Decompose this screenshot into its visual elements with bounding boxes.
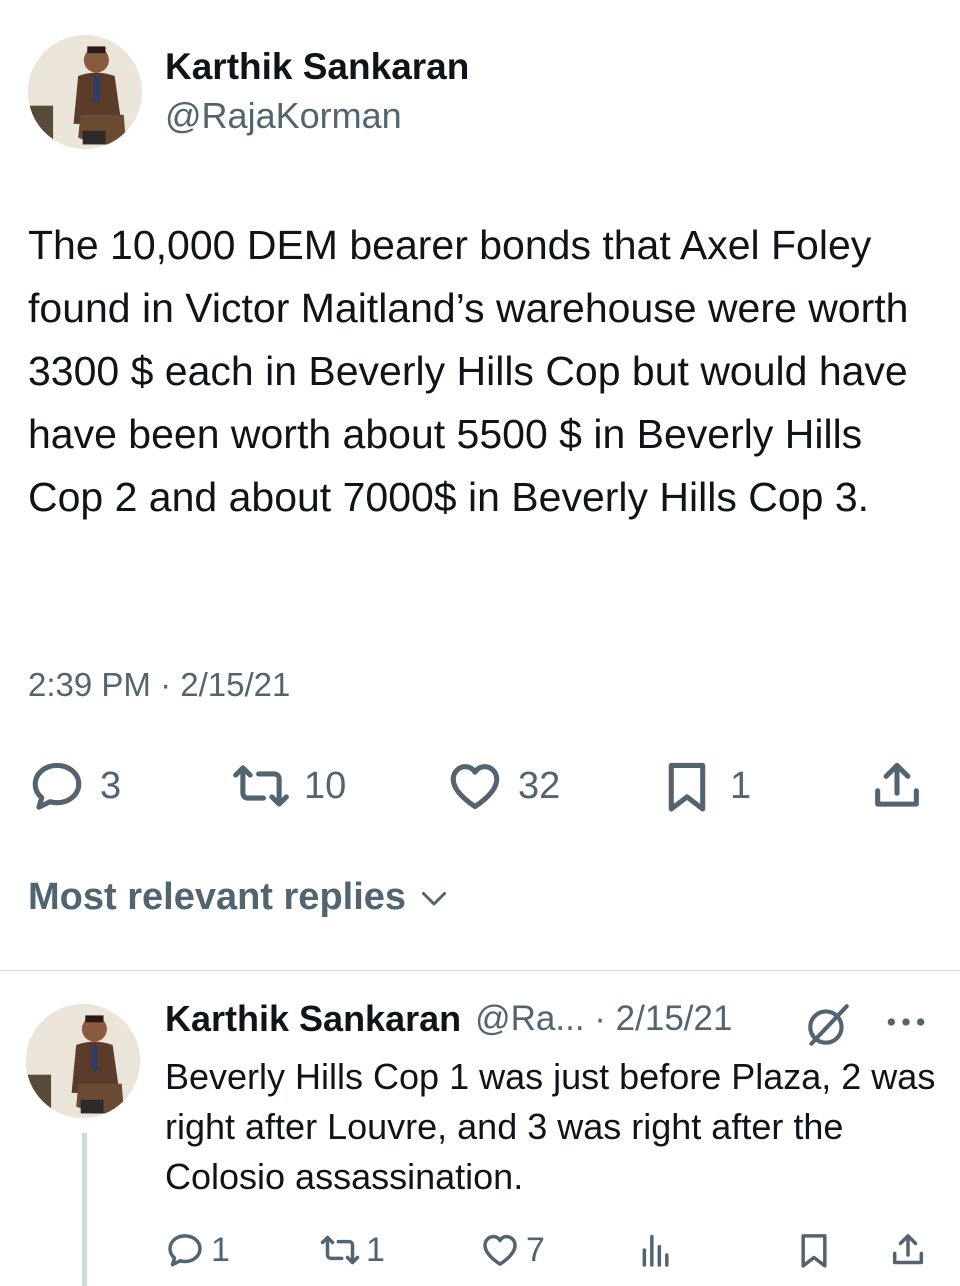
retweet-count: 10 <box>304 764 347 807</box>
replies-sort-dropdown[interactable]: Most relevant replies <box>28 876 452 919</box>
reply-author-avatar[interactable] <box>26 1004 140 1118</box>
retweet-icon <box>320 1235 360 1265</box>
author-avatar[interactable] <box>28 35 142 149</box>
reply-text: Beverly Hills Cop 1 was just before Plaz… <box>165 1056 936 1197</box>
replies-sort-label: Most relevant replies <box>28 876 407 918</box>
heart-icon <box>483 1234 517 1266</box>
like-count: 32 <box>518 764 561 807</box>
retweet-icon <box>233 765 289 807</box>
bar-chart-icon <box>642 1234 669 1267</box>
share-icon <box>892 1234 924 1265</box>
grok-button[interactable] <box>803 1000 853 1055</box>
chevron-down-icon <box>422 891 447 905</box>
reply-count: 3 <box>100 764 122 807</box>
more-dots-icon <box>887 1018 925 1026</box>
heart-icon <box>450 764 500 810</box>
reply-retweet-button[interactable]: 1 <box>320 1228 385 1272</box>
share-icon <box>875 762 919 807</box>
reply-reply-button[interactable]: 1 <box>165 1228 230 1272</box>
speech-bubble-icon <box>32 762 82 810</box>
reply-button[interactable]: 3 <box>28 756 121 816</box>
reply-views-button[interactable] <box>636 1228 676 1272</box>
bookmark-count: 1 <box>730 764 752 807</box>
reply-reply-count: 1 <box>211 1230 230 1269</box>
bookmark-button[interactable]: 1 <box>658 756 751 816</box>
reply-like-button[interactable]: 7 <box>480 1228 545 1272</box>
reply-retweet-count: 1 <box>366 1230 385 1269</box>
bookmark-icon <box>668 762 706 812</box>
reply-share-button[interactable] <box>888 1228 928 1272</box>
avatar-photo <box>26 1004 140 1118</box>
like-button[interactable]: 32 <box>446 756 560 816</box>
share-button[interactable] <box>868 756 926 816</box>
tweet-timestamp[interactable]: 2:39 PM · 2/15/21 <box>28 666 290 704</box>
grok-icon <box>808 1004 849 1046</box>
reply-author-name[interactable]: Karthik Sankaran <box>165 998 461 1040</box>
reply-like-count: 7 <box>526 1230 545 1269</box>
reply-bookmark-button[interactable] <box>794 1228 834 1272</box>
retweet-button[interactable]: 10 <box>232 756 346 816</box>
avatar-photo <box>28 35 142 149</box>
reply-author-handle-date[interactable]: @Ra... · 2/15/21 <box>475 999 732 1039</box>
author-handle[interactable]: @RajaKorman <box>165 95 402 137</box>
tweet-text: The 10,000 DEM bearer bonds that Axel Fo… <box>28 222 920 520</box>
more-button[interactable] <box>884 1006 928 1043</box>
thread-line <box>82 1133 87 1286</box>
author-name[interactable]: Karthik Sankaran <box>165 46 469 88</box>
reply-header: Karthik Sankaran @Ra... · 2/15/21 <box>165 998 732 1040</box>
bookmark-icon <box>801 1234 827 1268</box>
divider <box>0 970 960 971</box>
speech-bubble-icon <box>168 1234 202 1267</box>
